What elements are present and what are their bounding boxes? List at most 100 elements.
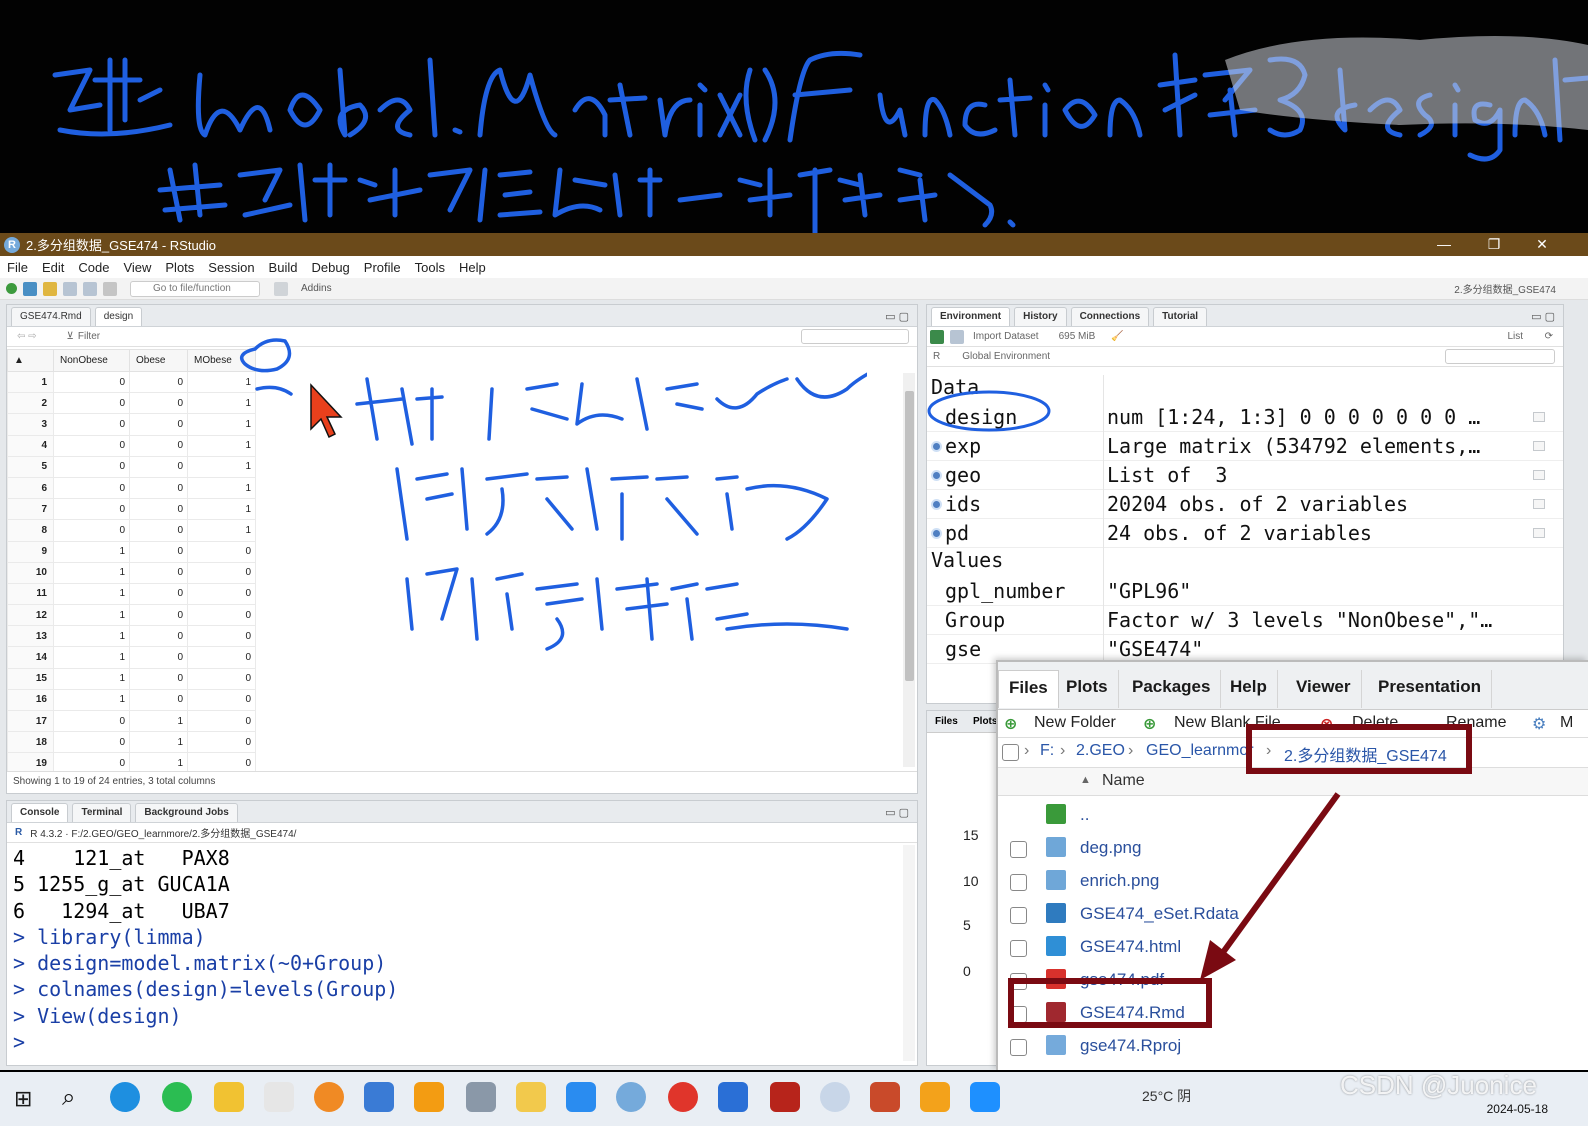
close-button[interactable]: ✕ (1518, 233, 1566, 256)
env-row-exp[interactable]: exp Large matrix (534792 elements,… (927, 432, 1563, 461)
expand-icon[interactable] (931, 470, 942, 481)
windows-start-icon[interactable]: ⊞ (14, 1086, 32, 1112)
expand-icon[interactable] (931, 441, 942, 452)
tab-connections[interactable]: Connections (1070, 307, 1150, 326)
table-row[interactable]: 18 0 1 0 (7, 731, 256, 754)
magnifier-icon[interactable] (1533, 470, 1545, 480)
file-name-link[interactable]: deg.png (1080, 838, 1141, 858)
name-column-header[interactable]: Name (1102, 772, 1145, 790)
more-menu[interactable]: M (1560, 714, 1573, 732)
rownum-header[interactable]: ▲ (7, 349, 54, 372)
console-path[interactable]: R 4.3.2 · F:/2.GEO/GEO_learnmore/2.多分组数据… (30, 825, 296, 840)
grid-view-icon[interactable] (1533, 412, 1545, 422)
menu-file[interactable]: File (0, 260, 35, 275)
tab-tutorial[interactable]: Tutorial (1153, 307, 1208, 326)
file-name-link[interactable]: enrich.png (1080, 871, 1159, 891)
tab-packages[interactable]: Packages (1122, 670, 1222, 708)
new-file-icon[interactable] (6, 283, 17, 294)
table-row[interactable]: 1001 (7, 370, 256, 394)
go-to-file-input[interactable]: Go to file/function (130, 280, 260, 297)
table-row[interactable]: 4001 (7, 434, 256, 457)
file-checkbox[interactable] (1010, 940, 1027, 957)
bg-tab-plots[interactable]: Plots (973, 716, 997, 727)
gear-icon[interactable]: ⚙ (1532, 714, 1546, 734)
project-menu[interactable]: 2.多分组数据_GSE474 (1454, 281, 1556, 296)
file-name-link[interactable]: GSE474.html (1080, 937, 1181, 957)
language-menu[interactable]: R (933, 351, 940, 362)
tab-console[interactable]: Console (11, 803, 69, 822)
menu-help[interactable]: Help (452, 260, 493, 275)
table-row[interactable]: 9100 (7, 540, 256, 563)
bg-tab-files[interactable]: Files (935, 716, 958, 727)
table-row[interactable]: 11 1 0 0 (7, 582, 256, 606)
env-row-geo[interactable]: geo List of 3 (927, 461, 1563, 490)
table-row[interactable]: 7001 (7, 498, 256, 521)
sort-asc-icon[interactable]: ▲ (1080, 774, 1091, 786)
view-mode-menu[interactable]: List (1507, 331, 1523, 342)
broom-icon[interactable]: 🧹 (1111, 331, 1123, 342)
expand-icon[interactable] (931, 528, 942, 539)
weather-status[interactable]: 25°C 阴 (1142, 1086, 1191, 1106)
env-row-pd[interactable]: pd 24 obs. of 2 variables (927, 519, 1563, 548)
col-header-obese[interactable]: Obese (129, 349, 188, 372)
console-minmax-icon[interactable]: ▭ ▢ (885, 806, 909, 819)
store-icon[interactable] (364, 1082, 394, 1112)
breadcrumb-drive[interactable]: F: (1040, 742, 1054, 760)
memory-usage[interactable]: 695 MiB (1059, 331, 1096, 342)
tab-presentation[interactable]: Presentation (1368, 670, 1492, 708)
table-row[interactable]: 6001 (7, 476, 256, 500)
table-row[interactable]: 13 1 0 0 (7, 625, 256, 648)
table-row[interactable]: 12 1 0 0 (7, 604, 256, 627)
tab-design[interactable]: design (94, 307, 143, 326)
tab-environment[interactable]: Environment (931, 307, 1011, 326)
search-tool-icon[interactable] (314, 1082, 344, 1112)
menu-plots[interactable]: Plots (158, 260, 201, 275)
tab-viewer[interactable]: Viewer (1286, 670, 1362, 708)
app-5-icon[interactable] (718, 1082, 748, 1112)
menu-build[interactable]: Build (262, 260, 305, 275)
new-folder-icon[interactable]: ⊕ (1004, 714, 1017, 734)
tab-history[interactable]: History (1014, 307, 1067, 326)
network-app-icon[interactable] (820, 1082, 850, 1112)
dlp-icon[interactable] (668, 1082, 698, 1112)
edge-icon[interactable] (110, 1082, 140, 1112)
file-checkbox[interactable] (1010, 1039, 1027, 1056)
env-row-group[interactable]: Group Factor w/ 3 levels "NonObese","… (927, 606, 1563, 635)
pane-minmax-icon[interactable]: ▭ ▢ (885, 310, 909, 323)
table-row[interactable]: 3001 (7, 413, 256, 436)
select-all-checkbox[interactable] (1002, 744, 1019, 761)
menu-edit[interactable]: Edit (35, 260, 71, 275)
restore-button[interactable]: ❐ (1470, 233, 1518, 256)
file-row[interactable]: gse474.Rproj (998, 1031, 1588, 1064)
addins-menu[interactable]: Addins (301, 283, 332, 294)
tab-plots[interactable]: Plots (1056, 670, 1119, 708)
print-icon[interactable] (103, 281, 117, 296)
grid-view-icon[interactable] (1533, 441, 1545, 451)
table-row[interactable]: 14 1 0 0 (7, 646, 256, 669)
scope-menu[interactable]: Global Environment (962, 351, 1050, 362)
col-header-nonobese[interactable]: NonObese (53, 349, 130, 372)
env-row-gpl_number[interactable]: gpl_number "GPL96" (927, 577, 1563, 606)
filezilla-icon[interactable] (770, 1082, 800, 1112)
console-scrollbar[interactable] (903, 845, 915, 1061)
open-file-icon[interactable] (43, 281, 57, 296)
env-minmax-icon[interactable]: ▭ ▢ (1531, 310, 1555, 323)
table-scrollbar[interactable] (903, 373, 915, 767)
tab-gse474-rmd[interactable]: GSE474.Rmd (11, 307, 91, 326)
table-row[interactable]: 16 1 0 0 (7, 688, 256, 712)
menu-profile[interactable]: Profile (357, 260, 408, 275)
file-checkbox[interactable] (1010, 841, 1027, 858)
file-name-link[interactable]: .. (1080, 805, 1089, 825)
tab-help[interactable]: Help (1220, 670, 1278, 708)
system-date[interactable]: 2024-05-18 (1487, 1102, 1548, 1116)
refresh-icon[interactable]: ⟳ (1545, 331, 1553, 342)
load-workspace-icon[interactable] (930, 329, 944, 344)
tab-background-jobs[interactable]: Background Jobs (135, 803, 238, 822)
feishu-icon[interactable] (566, 1082, 596, 1112)
file-name-link[interactable]: gse474.Rproj (1080, 1036, 1181, 1056)
grid-view-icon[interactable] (1533, 528, 1545, 538)
menu-view[interactable]: View (116, 260, 158, 275)
new-project-icon[interactable] (23, 281, 37, 296)
env-search-input[interactable] (1445, 349, 1555, 364)
menu-code[interactable]: Code (71, 260, 116, 275)
